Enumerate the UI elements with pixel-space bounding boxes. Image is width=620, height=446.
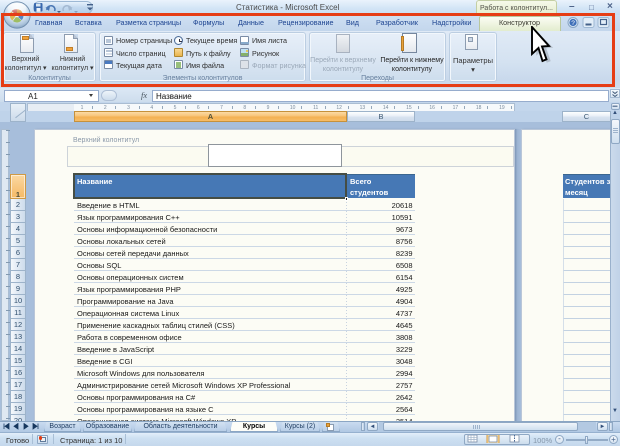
svg-text:?: ? [571, 20, 575, 27]
